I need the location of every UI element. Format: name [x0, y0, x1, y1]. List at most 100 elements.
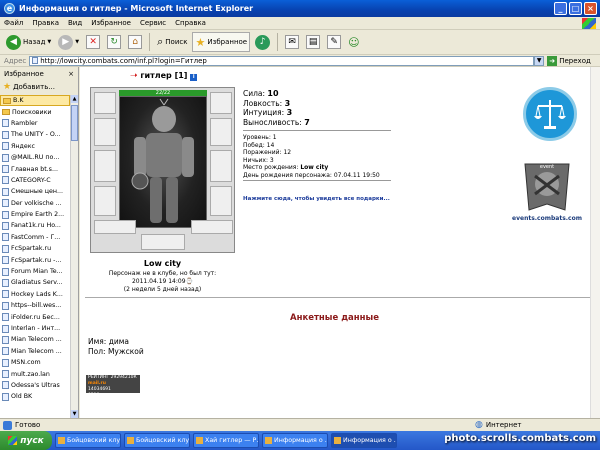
favorite-item[interactable]: Old BK	[0, 391, 70, 402]
boots-slot[interactable]	[210, 186, 232, 216]
maximize-button[interactable]: □	[569, 2, 582, 15]
taskbar-button[interactable]: Бойцовский клу...	[124, 433, 190, 448]
folder-icon	[3, 97, 11, 104]
favorite-item[interactable]: The UNITY - O...	[0, 129, 70, 140]
helmet-slot[interactable]	[94, 92, 116, 114]
address-dropdown[interactable]: ▼	[534, 55, 545, 66]
menu-edit[interactable]: Правка	[32, 19, 59, 27]
page-icon	[2, 370, 9, 379]
menu-tools[interactable]: Сервис	[140, 19, 166, 27]
favorite-item[interactable]: iFolder.ru Бес...	[0, 311, 70, 322]
favorite-item[interactable]: Hockey Lads K...	[0, 289, 70, 300]
favorite-item[interactable]: FcSpartak.ru	[0, 243, 70, 254]
favorite-item[interactable]: Rambler	[0, 118, 70, 129]
media-button[interactable]: ♪	[253, 32, 272, 52]
taskbar-button[interactable]: Хай гитлер — Р...	[193, 433, 259, 448]
favorite-item-label: iFolder.ru Бес...	[11, 313, 60, 321]
gifts-link[interactable]: Нажмите сюда, чтобы увидеть все подарки.…	[243, 196, 390, 202]
favorite-item[interactable]: Mian Telecom ...	[0, 334, 70, 345]
menu-help[interactable]: Справка	[175, 19, 206, 27]
favorite-item-label: Mian Telecom ...	[11, 336, 62, 344]
favorites-scrollbar[interactable]: ▲ ▼	[70, 95, 78, 418]
favorite-item-label: Old BK	[11, 393, 33, 401]
earring-slot[interactable]	[210, 92, 232, 114]
bracer-slot[interactable]	[141, 234, 185, 250]
favorite-item[interactable]: Der volkische ...	[0, 198, 70, 209]
favorite-item[interactable]: MSN.com	[0, 357, 70, 368]
weapon-slot[interactable]	[94, 150, 116, 182]
armor-slot[interactable]	[94, 118, 116, 146]
address-label: Адрес	[4, 56, 27, 65]
info-icon[interactable]: i	[190, 74, 198, 81]
scroll-thumb[interactable]	[71, 105, 78, 141]
ring-slot[interactable]	[94, 220, 136, 234]
forward-button[interactable]: ▶ ▼	[56, 32, 81, 52]
messenger-icon: ☺	[348, 35, 360, 49]
taskbar-button[interactable]: Бойцовский клу...	[55, 433, 121, 448]
page-scrollbar[interactable]	[590, 67, 600, 418]
favorite-item[interactable]: Mian Telecom ...	[0, 346, 70, 357]
start-button[interactable]: пуск	[0, 431, 52, 450]
favorite-item[interactable]: Яндекс	[0, 141, 70, 152]
favorite-item[interactable]: mult.zao.lan	[0, 368, 70, 379]
stat-label: Сила:	[243, 89, 266, 98]
add-favorite-button[interactable]: ★ Добавить...	[0, 80, 78, 93]
favorite-item[interactable]: Смешные цен...	[0, 186, 70, 197]
favorite-item[interactable]: Главная bt.s...	[0, 163, 70, 174]
favorite-item[interactable]: https--bill.wes...	[0, 300, 70, 311]
messenger-button[interactable]: ☺	[346, 32, 361, 52]
back-button[interactable]: ◀ Назад ▼	[4, 32, 53, 52]
address-input[interactable]: http://lowcity.combats.com/inf.pl?login=…	[29, 55, 535, 66]
edit-button[interactable]: ✎	[325, 32, 343, 52]
status-ago: (2 недели 5 дней назад)	[123, 286, 202, 293]
favorite-item[interactable]: Odessa's Ultras	[0, 380, 70, 391]
mail-button[interactable]: ✉	[283, 32, 301, 52]
menu-view[interactable]: Вид	[68, 19, 82, 27]
shield-slot[interactable]	[210, 150, 232, 182]
search-button[interactable]: ⌕ Поиск	[155, 32, 189, 52]
events-label[interactable]: events.combats.com	[507, 215, 587, 222]
chevron-down-icon[interactable]: ▼	[75, 39, 79, 45]
taskbar-button[interactable]: Информация о ...	[262, 433, 328, 448]
scroll-up-arrow[interactable]: ▲	[71, 95, 78, 103]
favorite-item[interactable]: @MAIL.RU по...	[0, 152, 70, 163]
go-button[interactable]: ➜ Переход	[547, 55, 591, 66]
divider	[85, 297, 590, 298]
favorite-item[interactable]: Interlan - Инт...	[0, 323, 70, 334]
menu-file[interactable]: Файл	[4, 19, 23, 27]
close-icon[interactable]: ×	[68, 70, 74, 78]
favorite-item[interactable]: Gladiatus Serv...	[0, 277, 70, 288]
minimize-button[interactable]: _	[554, 2, 567, 15]
chevron-down-icon[interactable]: ▼	[47, 39, 51, 45]
gloves-slot[interactable]	[210, 118, 232, 146]
favorite-item-label: MSN.com	[11, 359, 41, 367]
favorite-item[interactable]: CATEGORY-C	[0, 175, 70, 186]
scroll-down-arrow[interactable]: ▼	[71, 410, 78, 418]
stat-value: 3	[284, 98, 291, 108]
status-bar: Готово ◍ Интернет	[0, 418, 600, 431]
print-button[interactable]: ▤	[304, 32, 322, 52]
favorite-item[interactable]: Fanat1k.ru Ho...	[0, 220, 70, 231]
favorite-item[interactable]: Empire Earth 2...	[0, 209, 70, 220]
favorite-item[interactable]: B.K	[0, 95, 70, 107]
page-icon	[2, 199, 9, 208]
favorite-item[interactable]: FcSpartak.ru -...	[0, 254, 70, 265]
favorite-item[interactable]: Forum Mian Te...	[0, 266, 70, 277]
favorite-item[interactable]: FastComm - Г...	[0, 232, 70, 243]
menu-favorites[interactable]: Избранное	[91, 19, 131, 27]
favorites-button[interactable]: ★ Избранное	[192, 32, 251, 52]
refresh-button[interactable]: ↻	[105, 32, 123, 52]
home-button[interactable]: ⌂	[126, 32, 144, 52]
address-bar: Адрес http://lowcity.combats.com/inf.pl?…	[0, 55, 600, 67]
page-icon	[32, 57, 39, 64]
close-button[interactable]: ×	[584, 2, 597, 15]
stop-button[interactable]: ✕	[84, 32, 102, 52]
taskbar-button[interactable]: Информация о ...	[331, 433, 397, 448]
toolbar-separator	[277, 33, 279, 51]
belt-slot[interactable]	[94, 186, 116, 216]
mailru-counter[interactable]: РЕЙТИНГ 29294210К mail.ru 14034691 0219	[86, 375, 140, 398]
favorite-item-label: Mian Telecom ...	[11, 347, 62, 355]
amulet-slot[interactable]	[191, 220, 233, 234]
favorite-item[interactable]: Поисковики	[0, 106, 70, 117]
divider	[243, 130, 391, 131]
